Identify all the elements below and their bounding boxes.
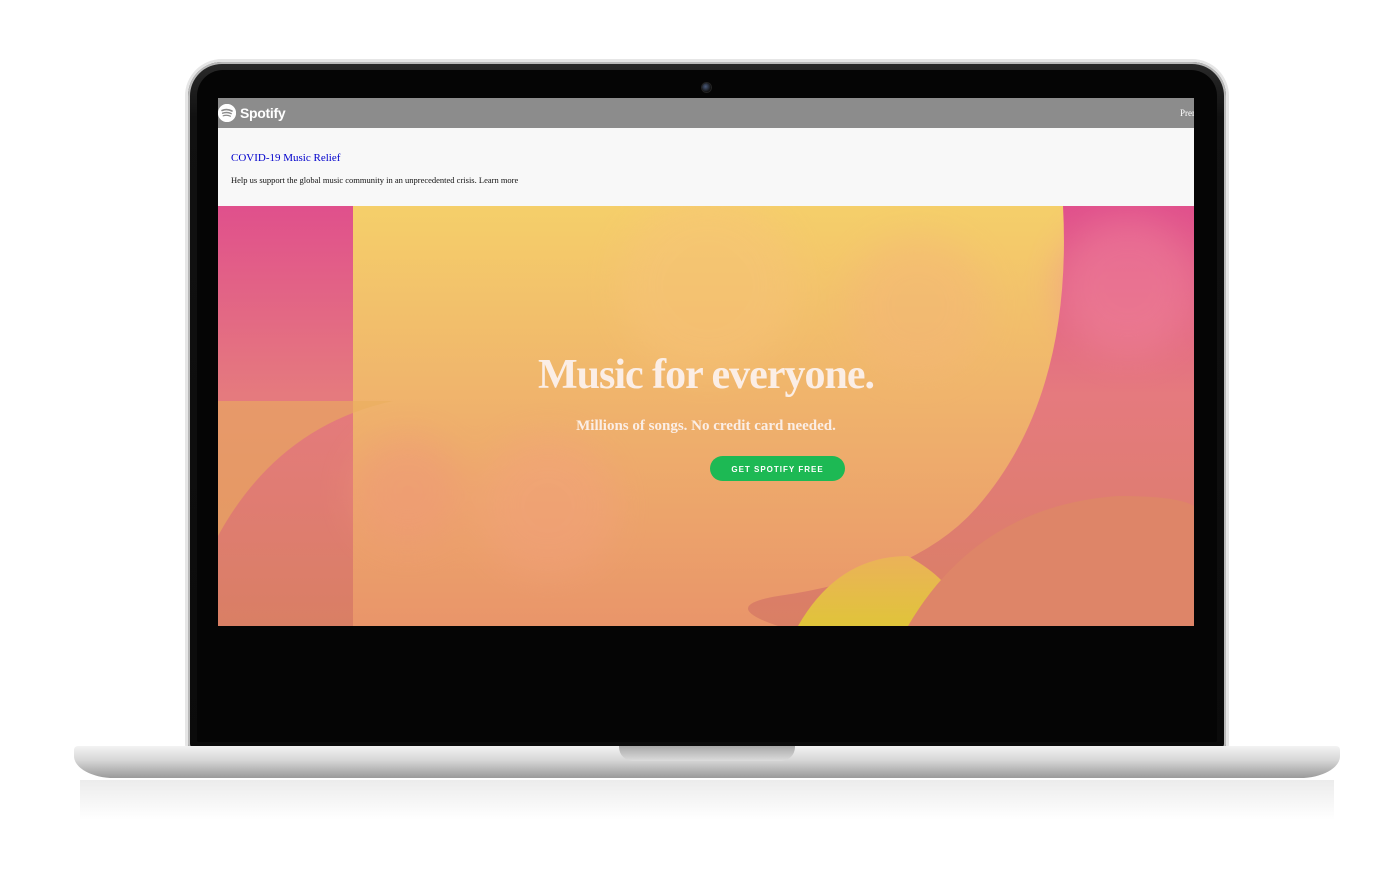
notice-text: Help us support the global music communi… [231, 175, 518, 185]
webcam [702, 83, 711, 92]
below-fold-dark-area [218, 626, 1194, 713]
learn-more-link[interactable]: Learn more [479, 175, 518, 185]
hero-title: Music for everyone. [538, 352, 875, 398]
spotify-logo[interactable]: Spotify [218, 102, 286, 124]
spotify-logo-icon [218, 104, 236, 122]
laptop-notch [619, 746, 795, 761]
notice-body: Help us support the global music communi… [231, 175, 477, 185]
laptop-reflection [80, 780, 1334, 820]
logo-text: Spotify [240, 105, 286, 121]
hero-section: Music for everyone. Millions of songs. N… [218, 206, 1194, 626]
nav-premium-link[interactable]: Premium [1180, 108, 1194, 118]
hero-background-art [218, 206, 1194, 626]
get-spotify-free-button[interactable]: GET SPOTIFY FREE [710, 456, 845, 481]
covid-notice-banner: COVID-19 Music Relief Help us support th… [218, 128, 1194, 206]
hero-subtitle: Millions of songs. No credit card needed… [576, 418, 836, 434]
notice-title-link[interactable]: COVID-19 Music Relief [231, 152, 340, 164]
browser-viewport: Spotify Premium COVID-19 Music Relief He… [218, 98, 1194, 713]
site-header: Spotify Premium [218, 98, 1194, 128]
